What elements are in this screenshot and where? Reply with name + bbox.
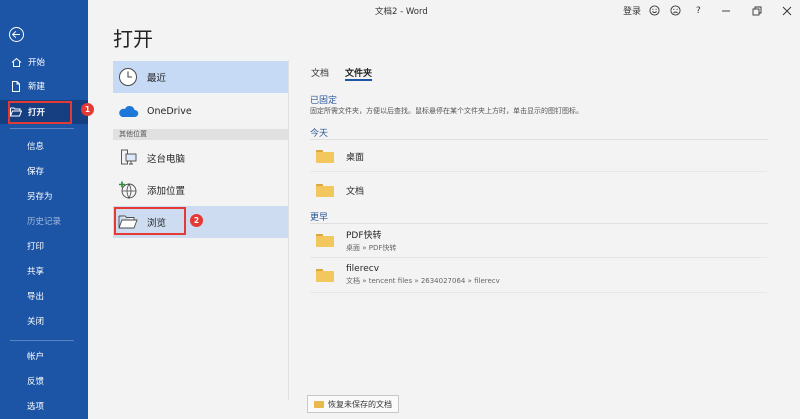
computer-icon xyxy=(117,147,139,169)
nav-share[interactable]: 共享 xyxy=(0,259,88,283)
folder-text: filerecv 文档 » tencent files » 2634027064… xyxy=(346,264,500,286)
nav-label: 保存 xyxy=(27,167,45,177)
nav-label: 共享 xyxy=(27,267,45,277)
nav-save[interactable]: 保存 xyxy=(0,159,88,183)
folder-icon xyxy=(316,183,334,197)
list-item[interactable]: filerecv 文档 » tencent files » 2634027064… xyxy=(310,262,767,288)
highlight-box xyxy=(8,101,72,124)
location-label: OneDrive xyxy=(147,105,192,117)
nav-account[interactable]: 帐户 xyxy=(0,344,88,368)
tab-folders[interactable]: 文件夹 xyxy=(345,66,372,79)
smile-feedback-icon[interactable] xyxy=(649,4,660,17)
nav-label: 导出 xyxy=(27,292,45,302)
folder-icon xyxy=(316,149,334,163)
section-divider xyxy=(310,139,768,140)
nav-label: 帐户 xyxy=(27,352,45,362)
location-add-place[interactable]: 添加位置 xyxy=(113,174,288,206)
tab-documents[interactable]: 文档 xyxy=(311,66,329,79)
nav-export[interactable]: 导出 xyxy=(0,284,88,308)
row-divider xyxy=(310,171,767,172)
location-label: 添加位置 xyxy=(147,186,186,197)
nav-label: 关闭 xyxy=(27,317,45,327)
section-earlier: 更早 xyxy=(310,213,329,223)
folder-path: 桌面 » PDF快转 xyxy=(346,243,397,252)
nav-label: 打印 xyxy=(27,242,45,252)
login-link[interactable]: 登录 xyxy=(623,4,641,17)
folder-icon xyxy=(316,233,334,247)
folder-name: filerecv xyxy=(346,264,380,274)
location-this-pc[interactable]: 这台电脑 xyxy=(113,142,288,174)
folder-name: PDF快转 xyxy=(346,230,382,241)
active-tab-indicator xyxy=(345,79,372,81)
nav-label: 开始 xyxy=(28,58,46,68)
folder-text: PDF快转 桌面 » PDF快转 xyxy=(346,228,396,253)
cloud-icon xyxy=(117,100,139,122)
backstage-nav: 开始 新建 打开 1 信息 保存 另存为 历史记录 打印 共享 导出 关闭 帐户… xyxy=(0,0,94,419)
section-pinned: 已固定 xyxy=(310,96,338,106)
recover-folder-icon xyxy=(314,400,324,408)
help-button[interactable]: ? xyxy=(696,4,701,17)
nav-label: 新建 xyxy=(28,82,46,92)
recover-label: 恢复未保存的文档 xyxy=(328,399,392,409)
section-divider xyxy=(310,223,768,224)
pane-divider xyxy=(288,60,289,400)
nav-label: 历史记录 xyxy=(27,217,62,227)
nav-options[interactable]: 选项 xyxy=(0,394,88,418)
folder-name: 桌面 xyxy=(346,152,365,163)
nav-divider xyxy=(10,128,74,129)
nav-feedback[interactable]: 反馈 xyxy=(0,369,88,393)
list-item[interactable]: 桌面 xyxy=(310,146,767,166)
back-arrow-icon[interactable] xyxy=(9,27,24,42)
highlight-box xyxy=(114,207,186,235)
globe-add-icon xyxy=(117,179,139,201)
window-title: 文档2 - Word xyxy=(375,7,428,17)
nav-close[interactable]: 关闭 xyxy=(0,309,88,333)
nav-info[interactable]: 信息 xyxy=(0,134,88,158)
list-item[interactable]: 文档 xyxy=(310,180,767,200)
nav-history: 历史记录 xyxy=(0,209,88,233)
location-label: 最近 xyxy=(147,73,167,84)
folder-icon xyxy=(316,268,334,282)
title-bar: 文档2 - Word 登录 ? xyxy=(88,0,800,22)
nav-save-as[interactable]: 另存为 xyxy=(0,184,88,208)
row-divider xyxy=(310,292,767,293)
new-doc-icon xyxy=(10,80,22,92)
recover-unsaved-button[interactable]: 恢复未保存的文档 xyxy=(307,395,399,413)
frown-feedback-icon[interactable] xyxy=(670,4,681,17)
nav-new[interactable]: 新建 xyxy=(0,74,88,98)
close-window-icon[interactable] xyxy=(782,4,792,17)
nav-divider xyxy=(10,340,74,341)
row-divider xyxy=(310,257,767,258)
section-today: 今天 xyxy=(310,129,329,139)
other-locations-header: 其他位置 xyxy=(113,129,288,140)
nav-label: 选项 xyxy=(27,402,45,412)
nav-print[interactable]: 打印 xyxy=(0,234,88,258)
nav-label: 信息 xyxy=(27,142,45,152)
location-onedrive[interactable]: OneDrive xyxy=(113,95,288,127)
nav-label: 另存为 xyxy=(27,192,53,202)
home-icon xyxy=(10,56,22,68)
step-badge: 1 xyxy=(81,103,94,116)
page-title: 打开 xyxy=(113,27,153,51)
step-badge: 2 xyxy=(190,214,203,227)
clock-icon xyxy=(117,66,139,88)
location-recent[interactable]: 最近 xyxy=(113,61,288,93)
folder-name: 文档 xyxy=(346,186,365,197)
restore-icon[interactable] xyxy=(752,4,762,17)
pinned-description: 固定所需文件夹，方便以后查找。鼠标悬停在某个文件夹上方时，单击显示的图钉图标。 xyxy=(310,107,583,115)
location-label: 这台电脑 xyxy=(147,154,186,165)
folder-path: 文档 » tencent files » 2634027064 » filere… xyxy=(346,277,500,285)
nav-home[interactable]: 开始 xyxy=(0,50,88,74)
list-item[interactable]: PDF快转 桌面 » PDF快转 xyxy=(310,227,767,253)
nav-label: 反馈 xyxy=(27,377,45,387)
minimize-icon[interactable] xyxy=(721,4,731,17)
